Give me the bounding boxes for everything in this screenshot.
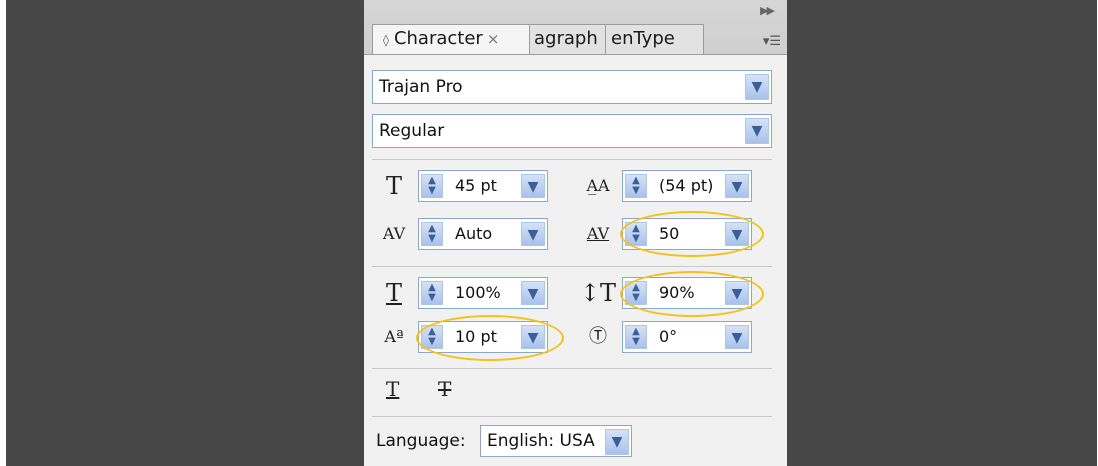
- kerning-field[interactable]: ▲ ▼ Auto ▼: [418, 218, 548, 250]
- font-style-value: Regular: [379, 121, 445, 141]
- chevron-down-icon[interactable]: ▼: [605, 429, 629, 455]
- vertical-scale-control: ↕T ▲ ▼ 90% ▼: [578, 277, 758, 309]
- leading-field[interactable]: ▲ ▼ (54 pt) ▼: [622, 170, 752, 202]
- vertical-scale-field[interactable]: ▲ ▼ 90% ▼: [622, 277, 752, 309]
- chevron-down-icon[interactable]: ▼: [521, 222, 545, 246]
- baseline-shift-control: Aª ▲ ▼ 10 pt ▼: [374, 321, 554, 353]
- tab-paragraph[interactable]: agraph: [528, 24, 606, 54]
- chevron-down-icon[interactable]: ▼: [745, 118, 769, 144]
- vertical-scale-value: 90%: [659, 283, 695, 302]
- leading-value: (54 pt): [659, 176, 714, 195]
- vertical-scale-icon: ↕T: [579, 279, 617, 307]
- horizontal-scale-icon: T: [385, 279, 402, 307]
- language-value: English: USA: [487, 431, 595, 451]
- font-family-value: Trajan Pro: [379, 77, 463, 97]
- spinner-icon[interactable]: ▲ ▼: [421, 174, 443, 198]
- tab-paragraph-label: agraph: [534, 28, 598, 49]
- chevron-down-icon[interactable]: ▼: [521, 174, 545, 198]
- right-background: [787, 0, 1097, 466]
- tracking-icon: AV: [586, 224, 610, 243]
- tab-opentype[interactable]: enType: [604, 24, 704, 54]
- chevron-down-icon[interactable]: ▼: [725, 281, 749, 305]
- language-select[interactable]: English: USA ▼: [480, 425, 632, 457]
- horizontal-scale-control: T ▲ ▼ 100% ▼: [374, 277, 554, 309]
- collapse-panel-icon[interactable]: ▶▶: [760, 4, 775, 17]
- kerning-value: Auto: [455, 224, 493, 243]
- chevron-down-icon[interactable]: ▼: [725, 325, 749, 349]
- rotation-field[interactable]: ▲ ▼ 0° ▼: [622, 321, 752, 353]
- tracking-control: AV ▲ ▼ 50 ▼: [578, 218, 758, 250]
- horizontal-scale-value: 100%: [455, 283, 501, 302]
- spinner-icon[interactable]: ▲ ▼: [625, 325, 647, 349]
- baseline-shift-field[interactable]: ▲ ▼ 10 pt ▼: [418, 321, 548, 353]
- underline-icon[interactable]: T: [386, 377, 399, 401]
- font-size-icon: T: [385, 172, 402, 200]
- kerning-control: AV ▲ ▼ Auto ▼: [374, 218, 554, 250]
- rotation-control: Ⓣ ▲ ▼ 0° ▼: [578, 321, 758, 353]
- leading-icon: A̲A: [586, 176, 610, 195]
- tab-opentype-label: enType: [611, 28, 675, 49]
- language-label: Language:: [376, 431, 466, 451]
- font-family-select[interactable]: Trajan Pro ▼: [372, 70, 772, 104]
- font-size-field[interactable]: ▲ ▼ 45 pt ▼: [418, 170, 548, 202]
- spinner-icon[interactable]: ▲ ▼: [625, 174, 647, 198]
- tab-character-label: Character: [393, 28, 483, 49]
- kerning-icon: AV: [382, 224, 406, 243]
- chevron-down-icon[interactable]: ▼: [745, 74, 769, 100]
- close-tab-icon[interactable]: ×: [487, 30, 500, 48]
- font-style-select[interactable]: Regular ▼: [372, 114, 772, 148]
- chevron-down-icon[interactable]: ▼: [725, 174, 749, 198]
- spinner-icon[interactable]: ▲ ▼: [421, 325, 443, 349]
- rotation-icon: Ⓣ: [589, 326, 607, 347]
- character-panel: ▶▶ ◊ Character × agraph enType ▾☰ Trajan P…: [364, 0, 787, 466]
- strikethrough-icon[interactable]: T: [438, 377, 451, 401]
- spinner-icon[interactable]: ▲ ▼: [625, 222, 647, 246]
- chevron-down-icon[interactable]: ▼: [521, 281, 545, 305]
- divider: [372, 266, 772, 267]
- left-background: [6, 0, 364, 466]
- divider: [372, 159, 772, 160]
- panel-menu-icon[interactable]: ▾☰: [763, 34, 781, 49]
- panel-header: ▶▶ ◊ Character × agraph enType ▾☰: [364, 0, 787, 54]
- baseline-shift-value: 10 pt: [455, 327, 497, 346]
- chevron-down-icon[interactable]: ▼: [521, 325, 545, 349]
- font-size-control: T ▲ ▼ 45 pt ▼: [374, 170, 554, 202]
- spinner-icon[interactable]: ▲ ▼: [421, 222, 443, 246]
- rotation-value: 0°: [659, 327, 678, 346]
- horizontal-scale-field[interactable]: ▲ ▼ 100% ▼: [418, 277, 548, 309]
- tracking-value: 50: [659, 224, 680, 243]
- baseline-shift-icon: Aª: [384, 327, 404, 346]
- tracking-field[interactable]: ▲ ▼ 50 ▼: [622, 218, 752, 250]
- spinner-icon[interactable]: ▲ ▼: [421, 281, 443, 305]
- divider: [372, 368, 772, 369]
- tab-reorder-icon: ◊: [383, 33, 389, 47]
- divider: [372, 416, 772, 417]
- panel-content: Trajan Pro ▼ Regular ▼ T ▲ ▼ 45 pt ▼ A̲A …: [364, 54, 787, 466]
- font-size-value: 45 pt: [455, 176, 497, 195]
- leading-control: A̲A ▲ ▼ (54 pt) ▼: [578, 170, 758, 202]
- tab-character[interactable]: ◊ Character ×: [372, 24, 530, 54]
- spinner-icon[interactable]: ▲ ▼: [625, 281, 647, 305]
- chevron-down-icon[interactable]: ▼: [725, 222, 749, 246]
